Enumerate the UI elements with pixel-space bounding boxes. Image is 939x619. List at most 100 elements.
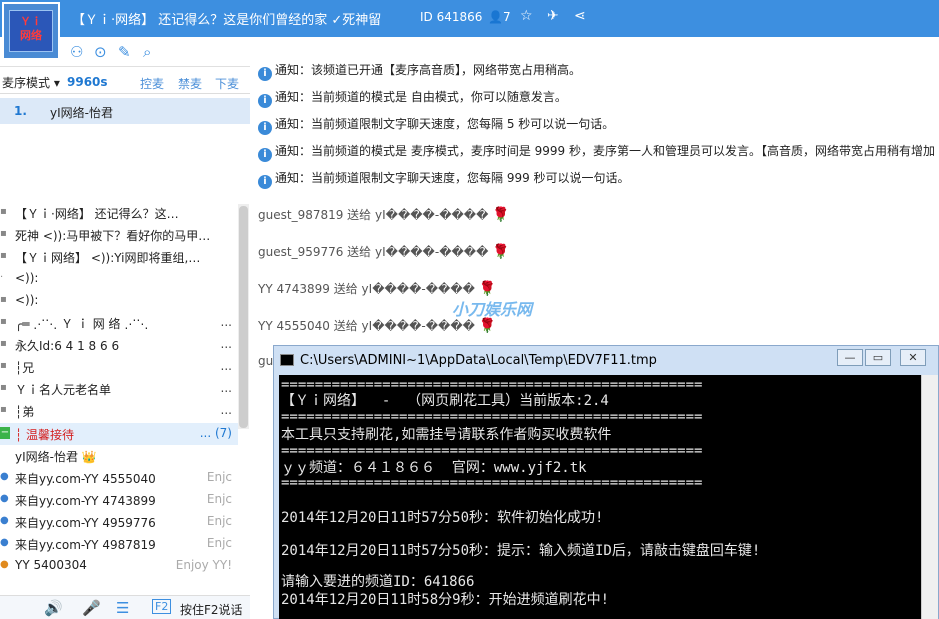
queue-index: 1. <box>14 104 27 118</box>
console-line: 2014年12月20日11时57分50秒：软件初始化成功! <box>281 510 604 526</box>
info-icon: i <box>258 148 272 162</box>
minimize-button[interactable]: — <box>837 349 863 366</box>
gift-message: guest_987819 送给 yI����-���� 🌹 <box>258 207 510 223</box>
tree-item[interactable]: · <)): <box>0 268 238 290</box>
tree-item-label: <)): <box>15 293 39 307</box>
tree-item-label: ┆兄 <box>15 361 35 375</box>
watermark: 小刀娱乐网 <box>452 300 533 319</box>
console-icon <box>280 354 294 366</box>
notice-item: i 通知：当前频道限制文字聊天速度，您每隔 5 秒可以说一句话。 <box>258 115 614 135</box>
queue-user: yI网络-怡君 <box>50 106 113 120</box>
notice-item: i 通知：该频道已开通【麦序高音质】，网络带宽占用稍高。 <box>258 61 581 81</box>
ban-mic-button[interactable]: 禁麦 <box>178 75 202 92</box>
scrollbar-thumb[interactable] <box>239 206 248 428</box>
user-item[interactable]: ● YY 5400304 Enjoy YY! <box>0 555 238 577</box>
console-line: 2014年12月20日11时58分9秒：开始进频道刷花中! <box>281 592 610 608</box>
mic-icon[interactable]: 🎤 <box>82 599 101 617</box>
tree-item[interactable]: ▪ Ｙｉ名人元老名单... <box>0 378 238 400</box>
console-output[interactable]: ========================================… <box>279 375 921 619</box>
notice-item: i 通知：当前频道的模式是 自由模式，你可以随意发言。 <box>258 88 567 108</box>
title-bar: 【Ｙｉ·网络】 还记得么？这是你们曾经的家 ✓死神留 ID 641866 👤7 … <box>0 0 939 37</box>
search-icon[interactable]: ⌕ <box>143 43 151 61</box>
rose-icon: 🌹 <box>492 207 510 223</box>
tree-item-label: ┆弟 <box>15 405 35 419</box>
info-icon: i <box>258 94 272 108</box>
user-name: 来自yy.com-YY 4987819 <box>15 538 156 552</box>
channel-tree: ▪ 【Ｙｉ·网络】 还记得么？这… ▪ 死神 <)):马甲被下？看好你的马甲… ▪ 【… <box>0 202 238 592</box>
console-line: 【Ｙｉ网络】 - （网页刷花工具）当前版本:2.4 <box>281 393 609 409</box>
user-item[interactable]: ● 来自yy.com-YY 4555040 Enjc <box>0 467 238 489</box>
info-icon: i <box>258 121 272 135</box>
notice-item: i 通知：当前频道限制文字聊天速度，您每隔 999 秒可以说一句话。 <box>258 169 630 189</box>
star-icon[interactable]: ☆ <box>520 8 533 24</box>
leave-mic-button[interactable]: 下麦 <box>215 75 239 92</box>
rose-icon: 🌹 <box>478 281 497 297</box>
edit-icon[interactable]: ✎ <box>118 43 131 61</box>
push-to-talk-label[interactable]: 按住F2说话 <box>180 601 243 618</box>
logo-text: Ｙｉ 网络 <box>9 10 53 52</box>
mixer-icon[interactable]: ☰ <box>116 599 129 617</box>
f2-key-icon[interactable]: F2 <box>152 599 172 614</box>
rose-icon: 🌹 <box>492 244 510 260</box>
tree-item[interactable]: ▪ 死神 <)):马甲被下？看好你的马甲… <box>0 224 238 246</box>
channel-logo: Ｙｉ 网络 <box>2 2 60 60</box>
queue-timer: 9960s <box>67 75 108 89</box>
control-mic-button[interactable]: 控麦 <box>140 75 164 92</box>
tree-item-label: 死神 <)):马甲被下？看好你的马甲… <box>15 229 211 243</box>
tree-item-label: 【Ｙｉ网络】 <)):Yi网即将重组,… <box>15 251 201 265</box>
console-window[interactable]: C:\Users\ADMINI~1\AppData\Local\Temp\EDV… <box>273 345 939 619</box>
tree-item-label: <)): <box>15 271 39 285</box>
tree-item[interactable]: ▪ ╭═ ⋰⋱ Ｙ ｉ 网 络 ⋰⋱... <box>0 312 238 334</box>
console-line: ========================================… <box>281 475 703 491</box>
tree-item[interactable]: ▪ ┆弟... <box>0 400 238 422</box>
user-name: yI网络-怡君 👑 <box>15 450 97 464</box>
mode-bar: 麦序模式 ▾ 9960s 控麦 禁麦 下麦 <box>0 70 250 94</box>
speaker-icon[interactable]: 🔊 <box>44 599 63 617</box>
member-count: 👤7 <box>488 10 511 24</box>
user-name: 来自yy.com-YY 4959776 <box>15 516 156 530</box>
tree-item[interactable]: ▪ 永久Id:6 4 1 8 6 6... <box>0 334 238 356</box>
channel-id: ID 641866 <box>420 10 483 24</box>
console-line: 请输入要进的频道ID：641866 <box>281 574 475 590</box>
rose-icon: 🌹 <box>478 318 497 334</box>
location-icon[interactable]: ⊙ <box>94 43 107 61</box>
console-line: ========================================… <box>281 409 703 425</box>
share-icon[interactable]: ⋖ <box>574 8 586 24</box>
tree-item-label: 【Ｙｉ·网络】 还记得么？这… <box>15 207 179 221</box>
tree-scrollbar[interactable] <box>238 204 249 429</box>
plane-icon[interactable]: ✈ <box>547 8 559 24</box>
gift-message: YY 4743899 送给 yI����-���� 🌹 <box>258 281 497 297</box>
console-line: 本工具只支持刷花,如需挂号请联系作者购买收费软件 <box>281 427 612 443</box>
tree-item-label: Ｙｉ名人元老名单 <box>15 383 112 397</box>
user-item[interactable]: ● 来自yy.com-YY 4959776 Enjc <box>0 511 238 533</box>
console-titlebar[interactable]: C:\Users\ADMINI~1\AppData\Local\Temp\EDV… <box>274 346 938 374</box>
user-item[interactable]: ● 来自yy.com-YY 4987819 Enjc <box>0 533 238 555</box>
tree-item[interactable]: ▪ 【Ｙｉ网络】 <)):Yi网即将重组,… <box>0 246 238 268</box>
maximize-button[interactable]: ▭ <box>865 349 891 366</box>
tree-item-active[interactable]: − ┆ 温馨接待... (7) <box>0 423 238 445</box>
info-icon: i <box>258 175 272 189</box>
user-icon[interactable]: ⚇ <box>70 43 83 61</box>
user-name: 来自yy.com-YY 4555040 <box>15 472 156 486</box>
tree-item[interactable]: ▪ ┆兄... <box>0 356 238 378</box>
tree-item-label: ╭═ ⋰⋱ Ｙ ｉ 网 络 ⋰⋱ <box>15 317 149 331</box>
close-button[interactable]: ✕ <box>900 349 926 366</box>
channel-title: 【Ｙｉ·网络】 还记得么？这是你们曾经的家 ✓死神留 <box>72 13 382 28</box>
tree-item-label: ┆ 温馨接待 <box>15 428 75 442</box>
voice-toolbar: 🔊 🎤 ☰ F2 按住F2说话 <box>0 595 250 619</box>
tree-item[interactable]: ▪ <)): <box>0 290 238 312</box>
tree-item[interactable]: ▪ 【Ｙｉ·网络】 还记得么？这… <box>0 202 238 224</box>
user-item[interactable]: ● 来自yy.com-YY 4743899 Enjc <box>0 489 238 511</box>
user-item[interactable]: yI网络-怡君 👑 <box>0 445 238 467</box>
notice-list: i 通知：该频道已开通【麦序高音质】，网络带宽占用稍高。 i 通知：当前频道的模式是… <box>250 37 939 197</box>
user-name: YY 5400304 <box>15 558 87 572</box>
mode-select[interactable]: 麦序模式 ▾ <box>2 74 60 91</box>
mic-queue-item[interactable]: 1. yI网络-怡君 <box>0 98 250 124</box>
tree-item-label: 永久Id:6 4 1 8 6 6 <box>15 339 120 353</box>
console-line: ｙｙ频道：６４１８６６ 官网：www.yjf2.tk <box>281 460 587 476</box>
notice-item: i 通知：当前频道的模式是 麦序模式，麦序时间是 9999 秒，麦序第一人和管理员… <box>258 142 935 162</box>
console-title: C:\Users\ADMINI~1\AppData\Local\Temp\EDV… <box>300 353 657 368</box>
console-scrollbar[interactable] <box>921 375 938 619</box>
user-name: 来自yy.com-YY 4743899 <box>15 494 156 508</box>
gift-message: gu <box>258 354 274 368</box>
